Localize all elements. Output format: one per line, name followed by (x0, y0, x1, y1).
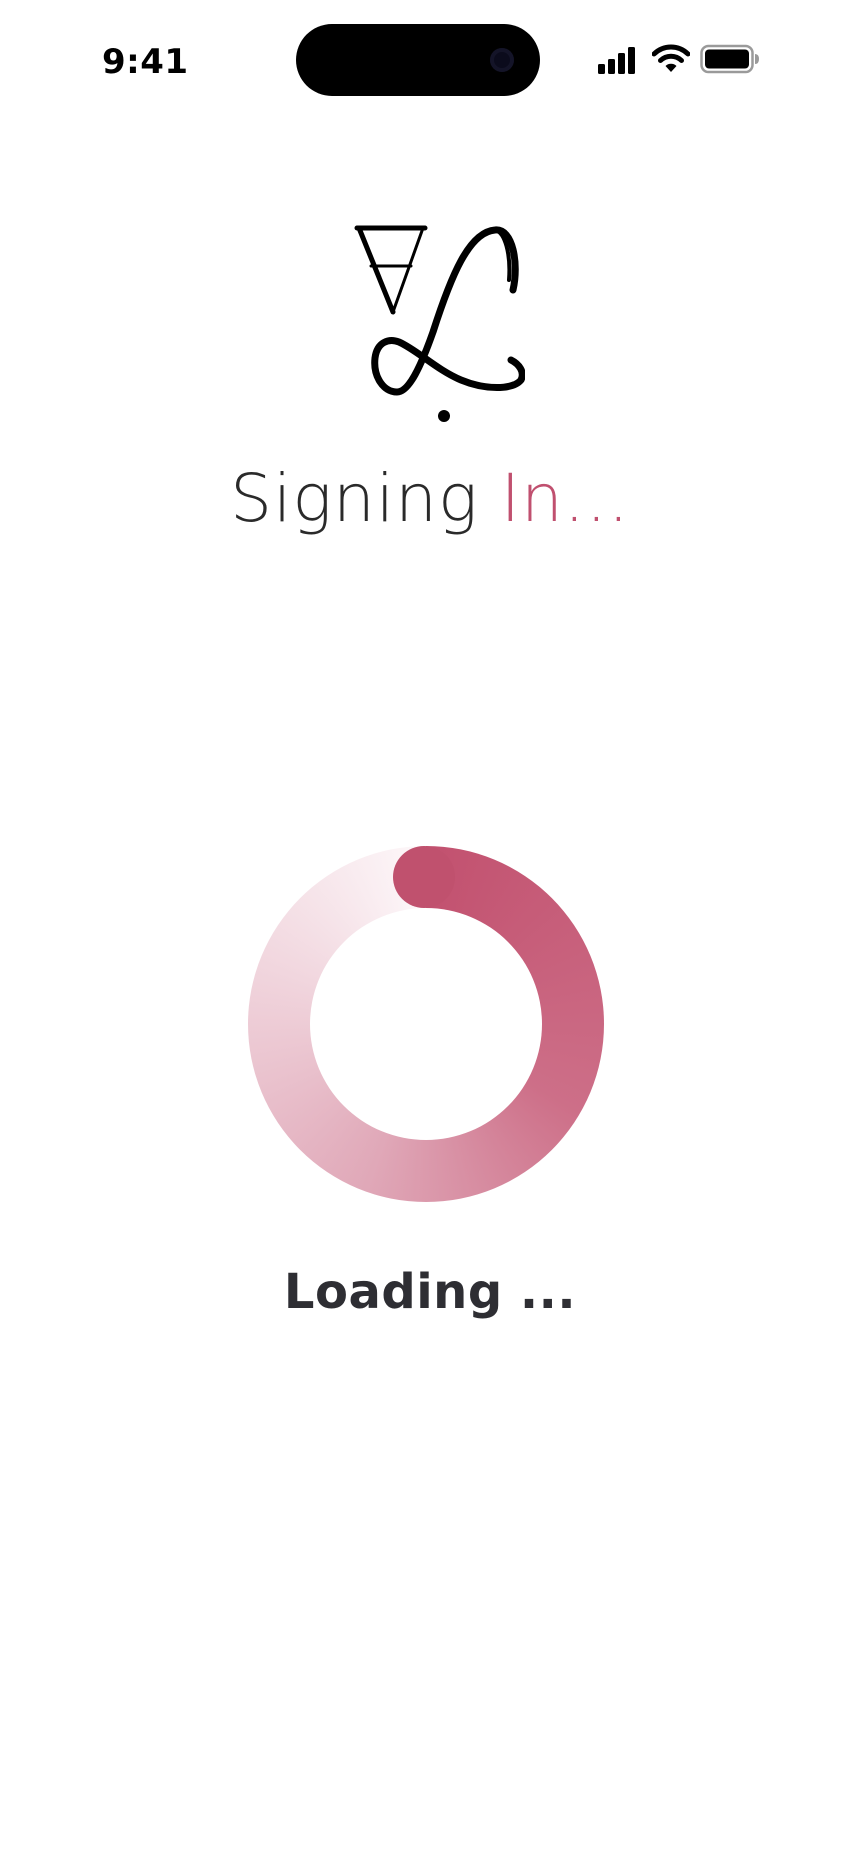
camera-icon (490, 48, 514, 72)
status-bar: 9:41 (0, 0, 860, 120)
spinner-hole (310, 908, 542, 1140)
spinner-cap (393, 846, 455, 908)
battery-icon (700, 44, 759, 74)
status-time: 9:41 (102, 42, 189, 82)
loading-label: Loading ... (283, 1264, 577, 1320)
spinner-icon (248, 846, 604, 1202)
wifi-icon (652, 44, 690, 72)
heading-accent: In... (500, 460, 630, 537)
dynamic-island (296, 24, 540, 96)
page-title: Signing In... (0, 462, 860, 536)
monogram-logo (354, 225, 525, 422)
signal-icon (598, 47, 635, 74)
heading-prefix: Signing (230, 460, 501, 537)
